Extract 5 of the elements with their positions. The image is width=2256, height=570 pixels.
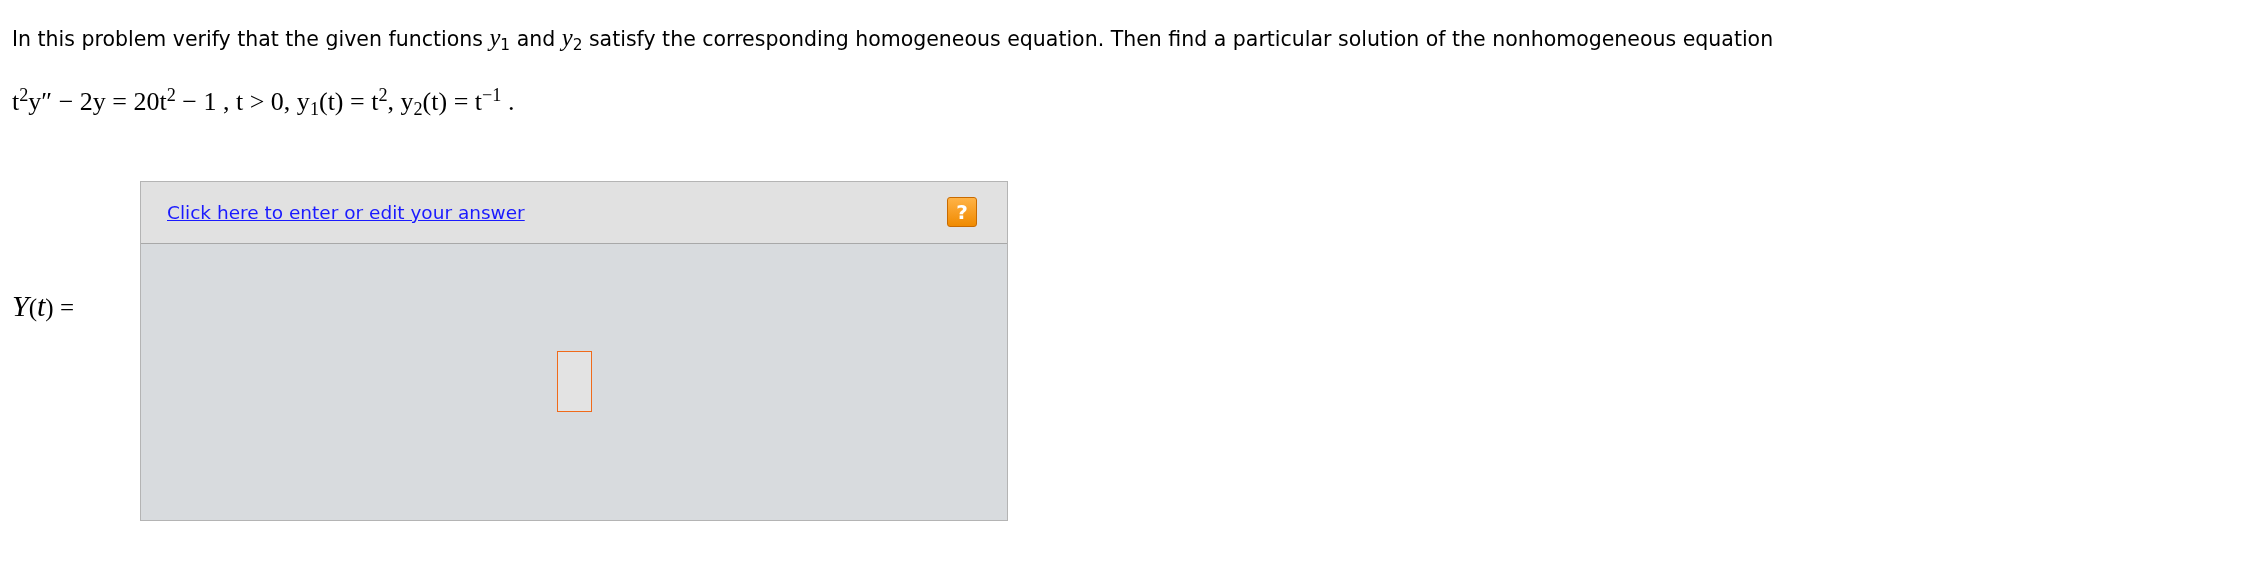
answer-label: Y(t) = xyxy=(12,288,76,325)
answer-field[interactable] xyxy=(556,351,592,413)
problem-statement: In this problem verify that the given functions y$_{1}$ and y$_{2}$ satisfy the corresponding homogeneous equation. Then find a particular solution of the nonhomogeneous equation xyxy=(12,23,1775,54)
equation: t$^{2}$y″ − 2y = 20t$^{2}$ − 1 , t > 0, y$_{1}$(t) = t$^{2}$, y$_{2}$(t) = t$^{−1}$ . xyxy=(12,83,515,121)
edit-answer-link[interactable]: Click here to enter or edit your answer xyxy=(167,198,525,227)
